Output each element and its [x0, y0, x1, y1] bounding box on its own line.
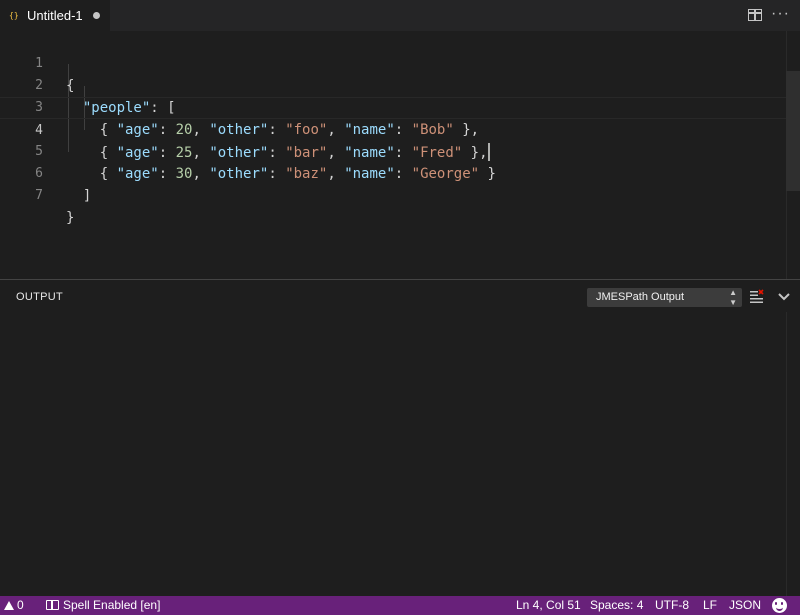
clear-output-icon[interactable]	[749, 289, 764, 304]
problems-indicator[interactable]: 0	[4, 596, 24, 615]
encoding-status[interactable]: UTF-8	[655, 596, 689, 615]
panel-title[interactable]: OUTPUT	[16, 291, 63, 303]
spell-label: Spell Enabled [en]	[63, 598, 161, 612]
warning-icon	[4, 601, 14, 610]
tab-bar: {} Untitled-1 ···	[0, 0, 800, 31]
json-file-icon: {}	[9, 11, 19, 20]
code-line: 6 ]	[0, 141, 786, 204]
code-line: 5 { "age": 30, "other": "baz", "name": "…	[0, 119, 786, 182]
language-mode[interactable]: JSON	[729, 596, 761, 615]
tab-untitled-1[interactable]: {} Untitled-1	[0, 0, 110, 31]
spell-checker-status[interactable]: Spell Enabled [en]	[46, 596, 160, 615]
warning-count: 0	[17, 598, 24, 612]
line-content: }	[66, 210, 75, 226]
editor-scroll-thumb[interactable]	[786, 71, 800, 191]
output-channel-select[interactable]: JMESPath Output ▲ ▼	[587, 288, 742, 307]
line-number: 7	[35, 188, 43, 203]
select-arrows-icon: ▲ ▼	[729, 288, 737, 307]
cursor-position[interactable]: Ln 4, Col 51	[516, 596, 581, 615]
eol-status[interactable]: LF	[703, 596, 717, 615]
more-actions-icon[interactable]: ···	[771, 6, 789, 23]
unsaved-dot-icon[interactable]	[92, 12, 100, 19]
code-line-current: 4 { "age": 25, "other": "bar", "name": "…	[0, 97, 786, 161]
indentation-status[interactable]: Spaces: 4	[590, 596, 643, 615]
output-scrollbar[interactable]	[786, 312, 800, 597]
line-content: ]	[82, 188, 92, 204]
code-line: 3 { "age": 20, "other": "foo", "name": "…	[0, 75, 786, 138]
output-panel: OUTPUT JMESPath Output ▲ ▼	[0, 279, 800, 597]
code-editor[interactable]: 1 { 2 "people": [ 3 { "age": 20, "other"…	[0, 31, 800, 279]
status-bar: 0 Spell Enabled [en] Ln 4, Col 51 Spaces…	[0, 596, 800, 615]
chevron-down-icon[interactable]	[777, 290, 791, 302]
code-line: 2 "people": [	[0, 53, 786, 116]
feedback-smiley-icon[interactable]	[772, 598, 787, 613]
split-editor-icon[interactable]	[748, 9, 762, 21]
code-line: 1 {	[0, 31, 786, 94]
tab-label: Untitled-1	[27, 8, 83, 23]
output-channel-label: JMESPath Output	[596, 291, 685, 303]
code-line: 7 }	[0, 163, 786, 226]
book-icon	[46, 600, 59, 610]
